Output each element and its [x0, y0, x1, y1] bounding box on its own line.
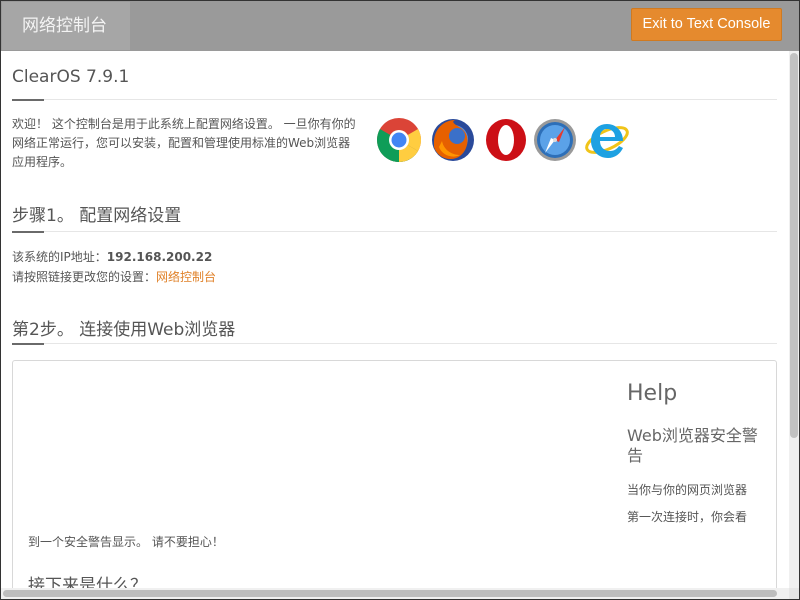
exit-to-text-console-button[interactable]: Exit to Text Console [631, 8, 782, 41]
help-subtitle: Web浏览器安全警告 [627, 426, 758, 465]
step2-divider [12, 343, 777, 344]
chrome-icon [377, 118, 421, 162]
step1-divider-accent [12, 231, 44, 233]
step1-divider [12, 231, 777, 232]
horizontal-scrollbar-thumb[interactable] [3, 590, 777, 597]
horizontal-scrollbar[interactable] [1, 588, 789, 599]
ip-address-row: 该系统的IP地址：192.168.200.22 [12, 248, 212, 267]
vertical-scrollbar[interactable] [789, 51, 799, 588]
safari-icon [534, 119, 576, 161]
ip-address-label: 该系统的IP地址： [12, 250, 107, 264]
help-title: Help [627, 381, 678, 406]
tab-network-console[interactable]: 网络控制台 [2, 2, 130, 50]
main-content: ClearOS 7.9.1 欢迎！ 这个控制台是用于此系统上配置网络设置。 一旦… [1, 51, 789, 588]
step2-divider-accent [12, 343, 44, 345]
welcome-text: 欢迎！ 这个控制台是用于此系统上配置网络设置。 一旦你有你的网络正常运行，您可以… [12, 117, 356, 169]
console-window: 网络控制台 Exit to Text Console ClearOS 7.9.1… [0, 0, 800, 600]
browser-connection-panel: Help Web浏览器安全警告 当你与你的网页浏览器 第一次连接时，你会看 到一… [12, 360, 777, 588]
help-body-line2: 第一次连接时，你会看 [627, 510, 748, 524]
step1-heading: 步骤1。 配置网络设置 [12, 206, 182, 226]
help-body-line3: 到一个安全警告显示。 请不要担心！ [28, 535, 224, 549]
whats-next-heading: 接下来是什么？ [28, 576, 147, 588]
title-divider-accent [12, 99, 44, 101]
internet-explorer-icon [585, 124, 629, 158]
network-console-link[interactable]: 网络控制台 [156, 270, 216, 284]
help-body-line1: 当你与你的网页浏览器 [627, 483, 748, 497]
scrollbar-corner [789, 588, 799, 599]
vertical-scrollbar-thumb[interactable] [790, 53, 798, 438]
top-header-bar: 网络控制台 Exit to Text Console [1, 1, 799, 51]
firefox-icon [432, 119, 474, 161]
title-divider [12, 99, 777, 100]
ip-address-value: 192.168.200.22 [106, 250, 213, 264]
settings-link-row: 请按照链接更改您的设置：网络控制台 [12, 268, 216, 287]
opera-icon [486, 119, 526, 161]
settings-link-prompt: 请按照链接更改您的设置： [12, 270, 157, 284]
step2-heading: 第2步。 连接使用Web浏览器 [12, 320, 236, 340]
supported-browsers [376, 117, 636, 165]
product-title: ClearOS 7.9.1 [12, 67, 130, 87]
